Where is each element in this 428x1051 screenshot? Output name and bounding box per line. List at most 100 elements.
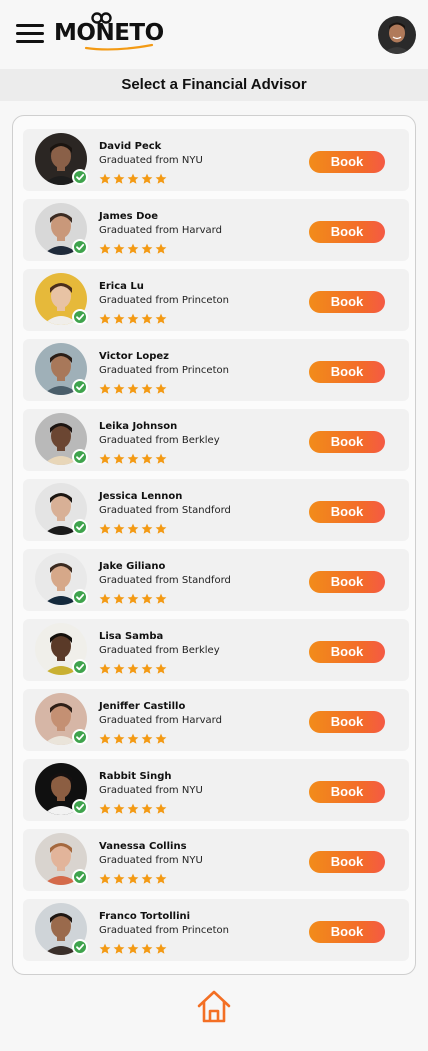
top-bar: MONETO — [0, 0, 428, 68]
check-badge-icon — [72, 869, 88, 885]
advisor-name: Rabbit Singh — [99, 771, 172, 782]
advisor-school: Graduated from Standford — [99, 575, 231, 586]
advisor-card[interactable]: James Doe Graduated from Harvard Book — [23, 199, 409, 261]
star-rating — [99, 380, 169, 394]
advisor-card[interactable]: Victor Lopez Graduated from Princeton Bo… — [23, 339, 409, 401]
star-icon — [155, 243, 167, 254]
book-button[interactable]: Book — [309, 151, 385, 173]
star-icon — [113, 313, 125, 324]
advisor-name: David Peck — [99, 141, 162, 152]
book-button[interactable]: Book — [309, 711, 385, 733]
hamburger-menu-icon[interactable] — [16, 24, 44, 44]
check-badge-icon — [72, 659, 88, 675]
book-button[interactable]: Book — [309, 501, 385, 523]
advisor-name: Jeniffer Castillo — [99, 701, 186, 712]
advisor-name: Jessica Lennon — [99, 491, 183, 502]
advisor-school: Graduated from Harvard — [99, 715, 222, 726]
advisor-card[interactable]: Rabbit Singh Graduated from NYU Book — [23, 759, 409, 821]
profile-avatar[interactable] — [378, 16, 416, 54]
advisor-card[interactable]: Lisa Samba Graduated from Berkley Book — [23, 619, 409, 681]
star-icon — [127, 873, 139, 884]
advisor-card[interactable]: Vanessa Collins Graduated from NYU Book — [23, 829, 409, 891]
book-button[interactable]: Book — [309, 431, 385, 453]
star-icon — [141, 593, 153, 604]
book-button[interactable]: Book — [309, 361, 385, 383]
check-badge-icon — [72, 239, 88, 255]
star-icon — [127, 803, 139, 814]
star-icon — [99, 243, 111, 254]
star-rating — [99, 730, 169, 744]
check-badge-icon — [72, 799, 88, 815]
page-title: Select a Financial Advisor — [0, 69, 428, 101]
star-icon — [113, 803, 125, 814]
advisor-card[interactable]: Erica Lu Graduated from Princeton Book — [23, 269, 409, 331]
book-button[interactable]: Book — [309, 571, 385, 593]
star-icon — [113, 873, 125, 884]
check-badge-icon — [72, 309, 88, 325]
advisor-card[interactable]: Leika Johnson Graduated from Berkley Boo… — [23, 409, 409, 471]
star-icon — [113, 453, 125, 464]
star-icon — [113, 663, 125, 674]
star-icon — [127, 453, 139, 464]
logo-swoosh — [84, 43, 154, 51]
advisor-school: Graduated from Princeton — [99, 295, 229, 306]
book-button[interactable]: Book — [309, 641, 385, 663]
star-icon — [99, 593, 111, 604]
star-icon — [113, 943, 125, 954]
check-badge-icon — [72, 729, 88, 745]
advisor-card[interactable]: David Peck Graduated from NYU Book — [23, 129, 409, 191]
star-icon — [99, 873, 111, 884]
check-badge-icon — [72, 169, 88, 185]
star-icon — [113, 243, 125, 254]
home-icon[interactable] — [195, 987, 233, 1025]
advisor-name: Vanessa Collins — [99, 841, 187, 852]
star-icon — [127, 663, 139, 674]
star-icon — [113, 523, 125, 534]
star-icon — [127, 943, 139, 954]
star-icon — [155, 383, 167, 394]
check-badge-icon — [72, 939, 88, 955]
advisor-list: David Peck Graduated from NYU Book James… — [12, 115, 416, 975]
star-icon — [155, 313, 167, 324]
advisor-school: Graduated from Berkley — [99, 435, 220, 446]
star-icon — [113, 733, 125, 744]
book-button[interactable]: Book — [309, 851, 385, 873]
star-icon — [155, 523, 167, 534]
star-icon — [141, 663, 153, 674]
advisor-school: Graduated from Princeton — [99, 365, 229, 376]
star-icon — [113, 383, 125, 394]
star-icon — [155, 173, 167, 184]
star-rating — [99, 590, 169, 604]
advisor-card[interactable]: Jessica Lennon Graduated from Standford … — [23, 479, 409, 541]
book-button[interactable]: Book — [309, 221, 385, 243]
book-button[interactable]: Book — [309, 781, 385, 803]
advisor-card[interactable]: Jake Giliano Graduated from Standford Bo… — [23, 549, 409, 611]
advisor-name: Lisa Samba — [99, 631, 164, 642]
book-button[interactable]: Book — [309, 291, 385, 313]
star-icon — [141, 523, 153, 534]
star-icon — [141, 453, 153, 464]
star-icon — [99, 453, 111, 464]
star-icon — [141, 173, 153, 184]
advisor-name: Franco Tortollini — [99, 911, 191, 922]
star-icon — [155, 803, 167, 814]
book-button[interactable]: Book — [309, 921, 385, 943]
advisor-school: Graduated from NYU — [99, 155, 203, 166]
star-rating — [99, 240, 169, 254]
advisor-name: Victor Lopez — [99, 351, 169, 362]
star-icon — [141, 243, 153, 254]
advisor-school: Graduated from Harvard — [99, 225, 222, 236]
star-icon — [99, 383, 111, 394]
star-icon — [141, 803, 153, 814]
check-badge-icon — [72, 449, 88, 465]
star-icon — [155, 733, 167, 744]
logo: MONETO — [54, 12, 164, 52]
check-badge-icon — [72, 589, 88, 605]
advisor-school: Graduated from NYU — [99, 855, 203, 866]
star-rating — [99, 660, 169, 674]
star-rating — [99, 520, 169, 534]
advisor-card[interactable]: Jeniffer Castillo Graduated from Harvard… — [23, 689, 409, 751]
check-badge-icon — [72, 519, 88, 535]
star-rating — [99, 800, 169, 814]
advisor-card[interactable]: Franco Tortollini Graduated from Princet… — [23, 899, 409, 961]
